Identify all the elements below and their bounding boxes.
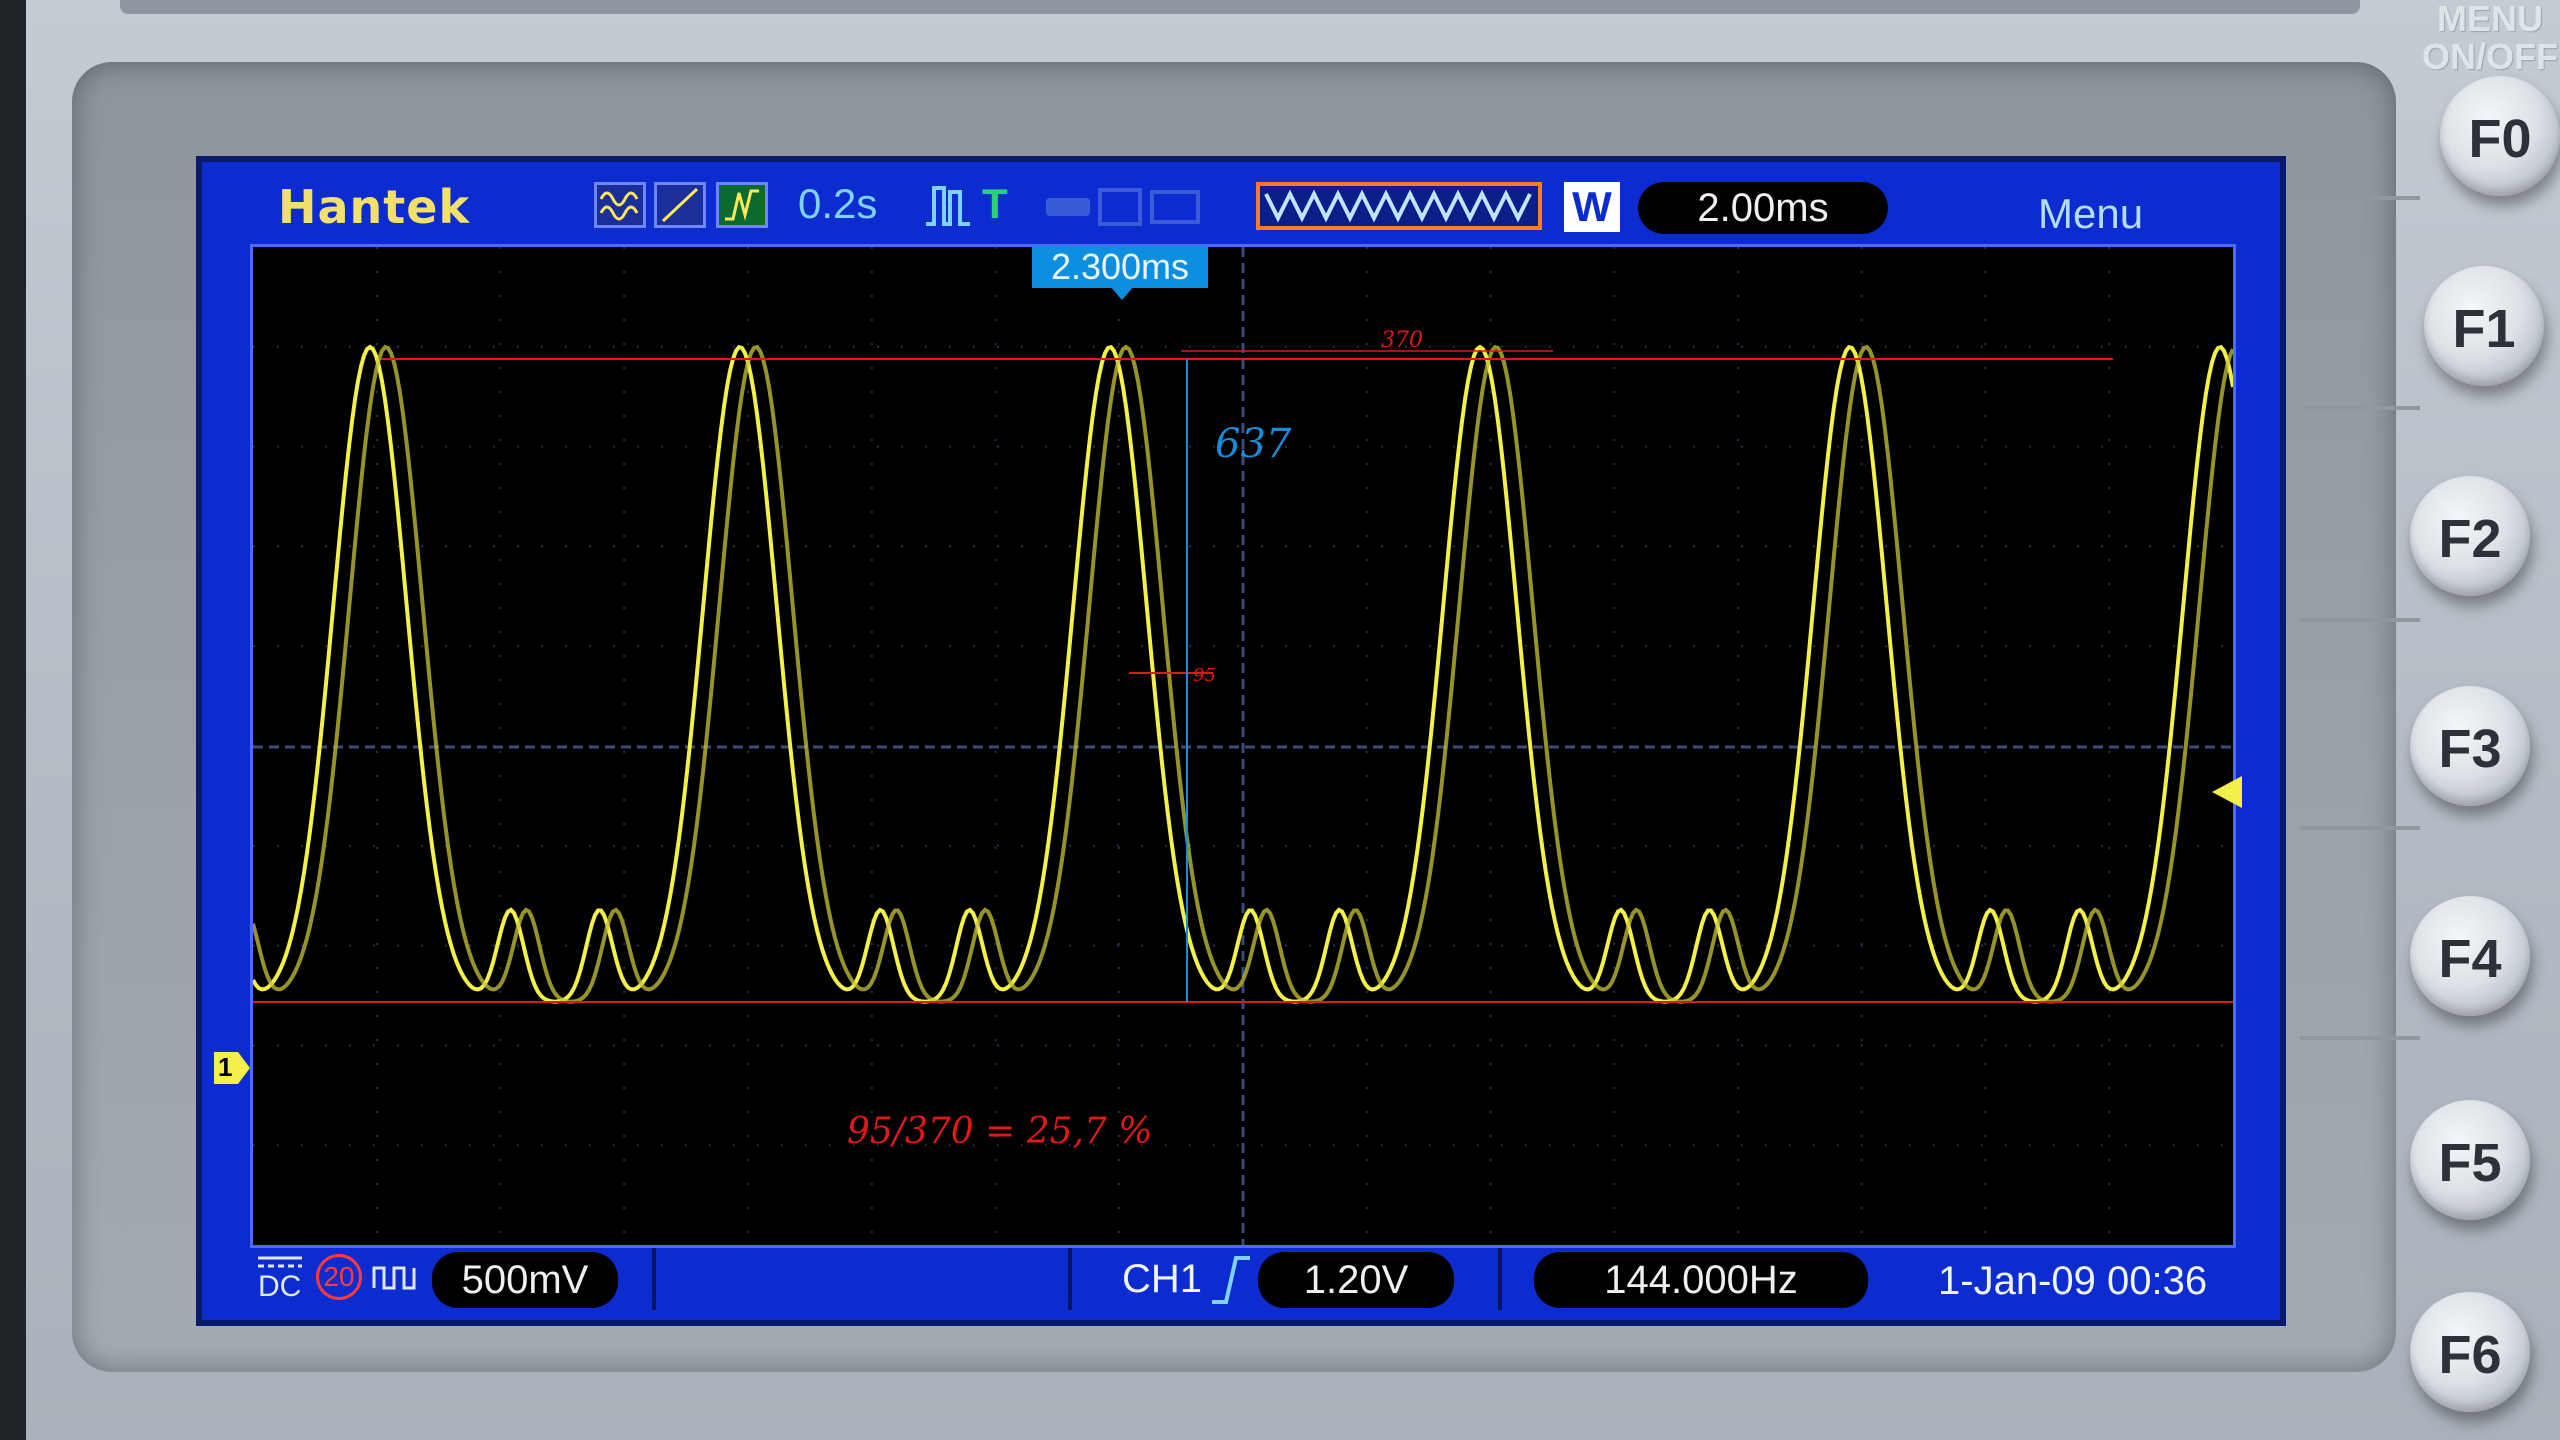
timebase-shift: 0.2s — [798, 180, 878, 227]
channel1-marker[interactable]: 1 — [212, 1050, 252, 1086]
oscilloscope-screen: Hantek 0.2s T W 2.00ms Menu 370 637 95 95/3… — [196, 156, 2286, 1326]
annotation-ripple-value: 95 — [1193, 665, 1216, 686]
f5-button[interactable]: F5 — [2410, 1100, 2530, 1220]
trigger-position-pointer — [1110, 286, 1134, 300]
trigger-mode-letter: T — [982, 180, 1008, 227]
f3-button[interactable]: F3 — [2410, 686, 2530, 806]
menu-label[interactable]: Menu — [2038, 190, 2143, 238]
bandwidth-limit-icon: 20 — [316, 1254, 362, 1300]
window-badge: W — [1564, 182, 1620, 232]
trigger-edge-icon[interactable] — [920, 182, 976, 228]
footer-divider — [652, 1248, 656, 1310]
trigger-level-marker[interactable] — [2208, 774, 2244, 810]
button-separator — [2300, 406, 2420, 410]
f0-button[interactable]: F0 — [2440, 76, 2560, 196]
annotation-ratio-text: 95/370 = 25,7 % — [847, 1111, 1153, 1152]
time-div-readout[interactable]: 2.00ms — [1638, 182, 1888, 234]
trigger-level-readout[interactable]: 1.20V — [1258, 1252, 1454, 1308]
footer-divider — [1068, 1248, 1072, 1310]
waveform-mode-icon[interactable] — [594, 182, 646, 228]
dc-coupling-icon: DC — [258, 1256, 302, 1303]
button-separator — [2300, 196, 2420, 200]
trigger-channel-label: CH1 — [1122, 1257, 1203, 1301]
f2-button[interactable]: F2 — [2410, 476, 2530, 596]
button-separator — [2300, 1036, 2420, 1040]
usb-save-print-icons — [1042, 186, 1212, 226]
datetime-readout: 1-Jan-09 00:36 — [1938, 1259, 2208, 1303]
annotation-delta-value: 637 — [1215, 421, 1292, 467]
memory-window-indicator[interactable] — [1256, 182, 1542, 230]
f6-button[interactable]: F6 — [2410, 1292, 2530, 1412]
trigger-position-readout[interactable]: 2.300ms — [1032, 246, 1208, 288]
probe-icon — [370, 1258, 422, 1298]
rising-edge-icon — [1208, 1252, 1254, 1308]
f1-button[interactable]: F1 — [2424, 266, 2544, 386]
f4-button[interactable]: F4 — [2410, 896, 2530, 1016]
frequency-readout: 144.000Hz — [1534, 1252, 1868, 1308]
volts-div-readout[interactable]: 500mV — [432, 1252, 618, 1308]
brand-logo: Hantek — [278, 180, 471, 234]
ramp-mode-icon[interactable] — [654, 182, 706, 228]
menu-onoff-label: MENU ON/OFF — [2422, 0, 2558, 77]
footer-divider — [1498, 1248, 1502, 1310]
waveform-display: 370 637 95 95/370 = 25,7 % — [250, 244, 2236, 1248]
annotation-peak-value: 370 — [1381, 328, 1423, 353]
device-edge — [0, 0, 26, 1440]
button-separator — [2300, 618, 2420, 622]
run-mode-icon[interactable] — [716, 182, 768, 228]
device-top-trim — [120, 0, 2360, 14]
button-separator — [2300, 826, 2420, 830]
